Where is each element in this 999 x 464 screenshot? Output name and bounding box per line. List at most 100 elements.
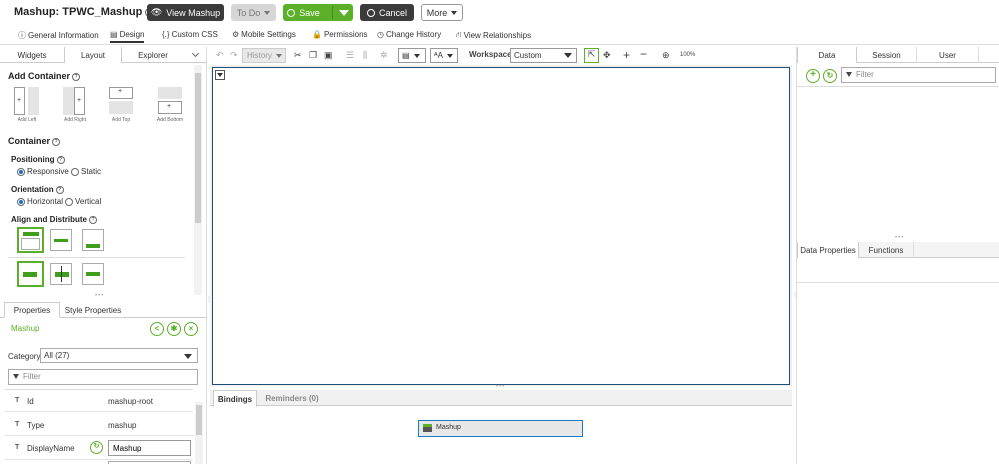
tab-mobile-settings[interactable]: ⚙ Mobile Settings — [232, 30, 296, 39]
pan-icon[interactable]: ✥ — [603, 50, 611, 61]
container-menu-icon[interactable] — [215, 70, 225, 80]
paste-icon[interactable]: ▣ — [324, 50, 333, 61]
properties-scrollbar[interactable] — [195, 402, 203, 464]
align-rows-icon[interactable]: ☰ — [346, 50, 354, 61]
refresh-icon[interactable]: ↻ — [823, 69, 837, 83]
properties-filter-input[interactable]: Filter — [8, 369, 198, 385]
category-label: Category — [8, 352, 41, 361]
undo-icon[interactable]: ↶ — [216, 50, 224, 61]
text-style-dropdown[interactable]: ᴬA — [430, 48, 458, 63]
tab-data[interactable]: Data — [797, 47, 857, 63]
radio-selected[interactable] — [17, 197, 25, 206]
gear-icon[interactable]: ✱ — [167, 322, 181, 336]
tab-user[interactable]: User — [917, 47, 979, 63]
zoom-out-icon[interactable]: − — [640, 47, 647, 61]
align-top-left-button[interactable] — [17, 227, 44, 253]
center-line — [61, 266, 62, 282]
table-row[interactable]: T DisplayName ↻ — [5, 437, 193, 460]
panel-splitter[interactable]: ••• — [95, 293, 104, 299]
tab-label: General Information — [28, 31, 99, 40]
redo-icon[interactable]: ↷ — [230, 50, 238, 61]
filter-icon — [13, 374, 19, 379]
scrollbar-thumb[interactable] — [196, 405, 202, 435]
layout-preview-dropdown[interactable]: ▤ — [398, 48, 426, 63]
tab-view-relationships[interactable]: ⛙ View Relationships — [456, 30, 531, 40]
distribute-right-button[interactable] — [82, 263, 104, 285]
data-filter-input[interactable]: Filter — [841, 67, 996, 83]
tab-custom-css[interactable]: {.} Custom CSS — [162, 30, 218, 39]
tab-widgets[interactable]: Widgets — [0, 47, 64, 63]
tile-caption: Add Bottom — [156, 117, 184, 123]
tab-layout[interactable]: Layout — [64, 47, 122, 63]
share-icon[interactable]: < — [150, 322, 164, 336]
help-icon[interactable]: ? — [52, 137, 61, 146]
left-panel-tabs: Widgets Layout Explorer — [0, 47, 207, 63]
category-select[interactable]: All (27) — [40, 348, 198, 363]
displayname-input[interactable] — [108, 440, 191, 456]
tab-change-history[interactable]: ◷ Change History — [377, 30, 441, 39]
tab-properties[interactable]: Properties — [4, 302, 60, 318]
zoom-in-icon[interactable]: + — [623, 48, 630, 62]
radio-unselected[interactable] — [65, 197, 73, 206]
tab-functions[interactable]: Functions — [859, 242, 914, 258]
tab-data-properties[interactable]: Data Properties — [797, 242, 859, 258]
radio-unselected[interactable] — [71, 167, 79, 176]
table-row[interactable]: T Type mashup — [5, 414, 193, 436]
scrollbar-thumb[interactable] — [195, 73, 201, 223]
radio-responsive[interactable]: Responsive — [17, 167, 69, 176]
right-panel-splitter[interactable]: ••• — [895, 235, 904, 241]
collapse-panel-icon[interactable] — [184, 47, 207, 63]
help-icon[interactable]: ? — [56, 155, 65, 164]
help-icon[interactable]: ? — [89, 215, 97, 224]
mashup-canvas[interactable] — [212, 67, 790, 385]
radio-selected[interactable] — [17, 167, 25, 176]
distribute-left-button[interactable] — [17, 261, 44, 287]
select-pointer-icon[interactable]: ⇱ — [584, 48, 599, 63]
gear-icon: ⚙ — [232, 30, 240, 39]
cancel-button[interactable]: Cancel — [360, 4, 414, 21]
close-icon[interactable]: × — [184, 322, 198, 336]
radio-label: Static — [81, 167, 102, 176]
cut-icon[interactable]: ✂ — [294, 50, 302, 61]
eye-icon: 👁 — [150, 7, 163, 17]
table-row[interactable]: T Id mashup-root — [5, 390, 193, 412]
align-middle-button[interactable] — [50, 229, 72, 251]
heading-text: Container — [8, 136, 51, 146]
tab-session[interactable]: Session — [857, 47, 917, 63]
refresh-icon[interactable]: ↻ — [90, 441, 103, 454]
save-options-icon[interactable] — [338, 9, 349, 16]
todo-button[interactable]: To Do — [231, 4, 276, 21]
view-mashup-button[interactable]: 👁 View Mashup — [147, 4, 224, 21]
data-properties-divider — [797, 282, 999, 283]
radio-static[interactable]: Static — [71, 167, 101, 176]
mashup-binding-node[interactable]: Mashup — [418, 420, 583, 437]
save-button[interactable]: Save — [283, 4, 353, 21]
zoom-fit-icon[interactable]: ⊕ — [662, 50, 670, 61]
distribute-center-button[interactable] — [50, 263, 72, 285]
relationships-icon: ⛙ — [456, 30, 462, 39]
help-icon[interactable]: ? — [55, 185, 64, 194]
tab-general-information[interactable]: ⓘ General Information — [18, 30, 99, 41]
tab-design[interactable]: ▤ Design — [110, 30, 145, 43]
radio-vertical[interactable]: Vertical — [65, 197, 101, 206]
add-container-heading: Add Container? — [8, 71, 80, 81]
tab-permissions[interactable]: 🔒 Permissions — [312, 30, 368, 39]
align-bottom-button[interactable] — [82, 229, 104, 251]
left-splitter-handle[interactable]: ⋮ — [206, 296, 213, 303]
tab-explorer[interactable]: Explorer — [122, 47, 184, 63]
add-data-icon[interactable]: + — [806, 69, 820, 83]
center-icon[interactable]: ✲ — [380, 50, 388, 61]
tab-label: Permissions — [323, 30, 368, 39]
layout-scrollbar[interactable] — [194, 65, 202, 295]
tab-bindings[interactable]: Bindings — [213, 390, 257, 407]
align-columns-icon[interactable]: ⫼ — [363, 50, 367, 61]
tab-reminders[interactable]: Reminders (0) — [262, 390, 322, 407]
help-icon[interactable]: ? — [72, 72, 80, 81]
copy-icon[interactable]: ❐ — [309, 50, 317, 61]
align-divider — [8, 257, 185, 258]
workspace-select[interactable]: Custom — [510, 48, 577, 63]
more-button[interactable]: More — [421, 4, 463, 21]
tab-style-properties[interactable]: Style Properties — [62, 302, 124, 318]
radio-horizontal[interactable]: Horizontal — [17, 197, 63, 206]
history-dropdown[interactable]: History — [242, 48, 286, 63]
